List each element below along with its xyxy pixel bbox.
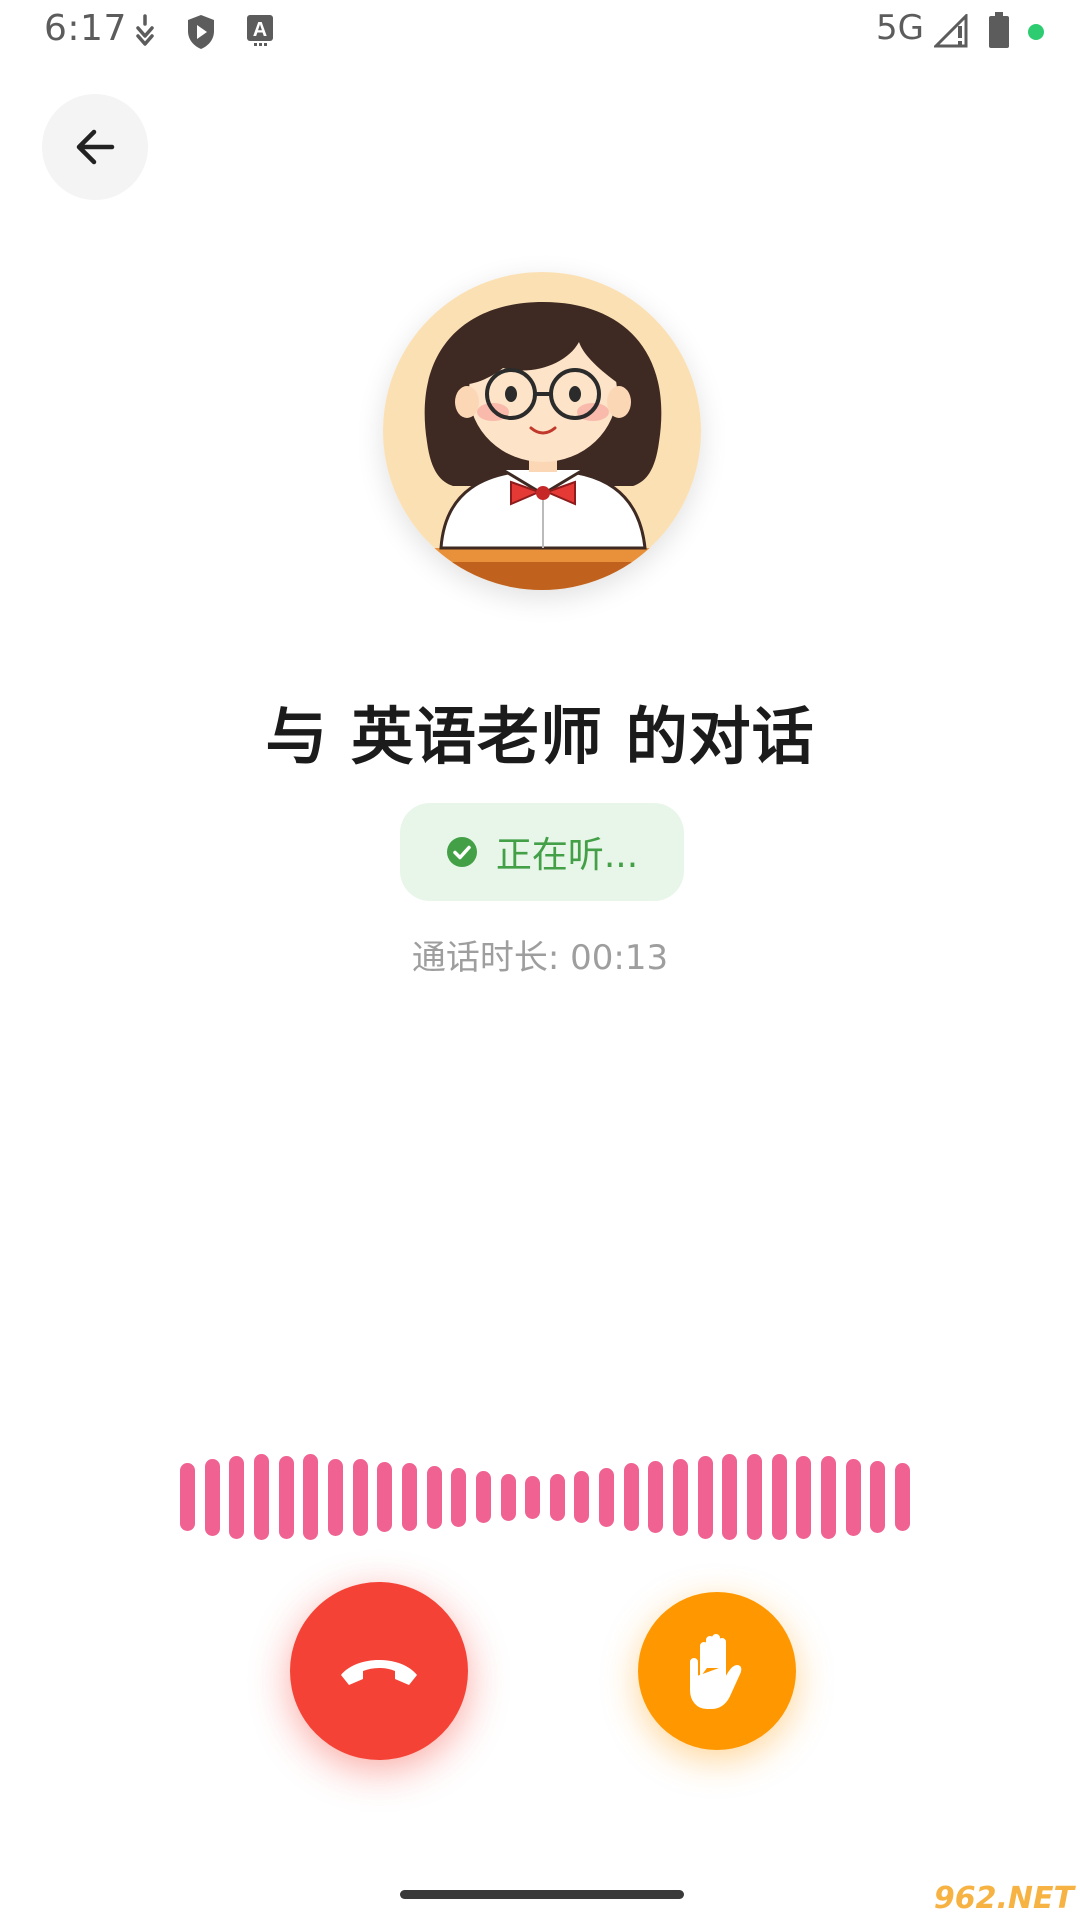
phone-hangup-icon (341, 1660, 417, 1685)
waveform-bar (821, 1456, 836, 1539)
waveform-bar (328, 1459, 343, 1536)
back-button[interactable] (42, 94, 148, 200)
waveform-bar (476, 1471, 491, 1523)
waveform-bar (427, 1466, 442, 1529)
raise-hand-icon (690, 1634, 742, 1709)
waveform-bar (205, 1459, 220, 1536)
teacher-avatar (383, 272, 701, 590)
status-bar: 6:17 A 5G (0, 0, 1080, 64)
listening-status-text: 正在听... (495, 835, 639, 876)
waveform-bar (772, 1454, 787, 1540)
home-indicator[interactable] (400, 1890, 684, 1899)
arrow-left-icon (76, 129, 115, 165)
waveform-bar (254, 1454, 269, 1540)
waveform-bar (525, 1476, 540, 1519)
call-duration: 通话时长: 00:13 (411, 938, 669, 978)
svg-text:A: A (253, 19, 267, 41)
waveform-bar (796, 1456, 811, 1539)
waveform-bar (377, 1462, 392, 1532)
call-screen: 6:17 A 5G 与 英语老师 的对话 正在听... 通话时长: 00:13 … (0, 0, 1080, 1920)
waveform-bar (402, 1463, 417, 1531)
waveform-bar (870, 1461, 885, 1533)
status-time: 6:17 (44, 8, 127, 49)
waveform-bar (895, 1463, 910, 1531)
battery-icon (988, 12, 1010, 52)
listening-status-badge: 正在听... (400, 803, 684, 901)
waveform-bar (279, 1456, 294, 1539)
waveform-bar (747, 1454, 762, 1540)
waveform-bar (353, 1459, 368, 1536)
shield-play-icon (186, 14, 216, 54)
waveform-bar (846, 1459, 861, 1536)
raise-hand-button[interactable] (638, 1592, 796, 1750)
waveform-bar (501, 1474, 516, 1521)
waveform-bar (698, 1456, 713, 1539)
call-title: 与 英语老师 的对话 (265, 700, 815, 773)
waveform-bar (599, 1468, 614, 1527)
network-type: 5G (876, 8, 924, 48)
waveform-bar (648, 1461, 663, 1533)
check-circle-icon (446, 837, 477, 867)
waveform-bar (574, 1471, 589, 1523)
waveform-bar (673, 1459, 688, 1536)
waveform-bar (180, 1463, 195, 1531)
audio-waveform (180, 1452, 910, 1542)
privacy-indicator-dot (1028, 24, 1044, 40)
hangup-button[interactable] (290, 1582, 468, 1760)
waveform-bar (550, 1474, 565, 1521)
watermark-logo: 962.NET (933, 1881, 1074, 1916)
data-saver-icon (132, 14, 158, 52)
waveform-bar (303, 1454, 318, 1540)
font-a-icon: A (246, 14, 274, 50)
waveform-bar (624, 1463, 639, 1531)
waveform-bar (229, 1456, 244, 1539)
signal-icon (932, 12, 968, 52)
waveform-bar (722, 1454, 737, 1540)
waveform-bar (451, 1468, 466, 1527)
